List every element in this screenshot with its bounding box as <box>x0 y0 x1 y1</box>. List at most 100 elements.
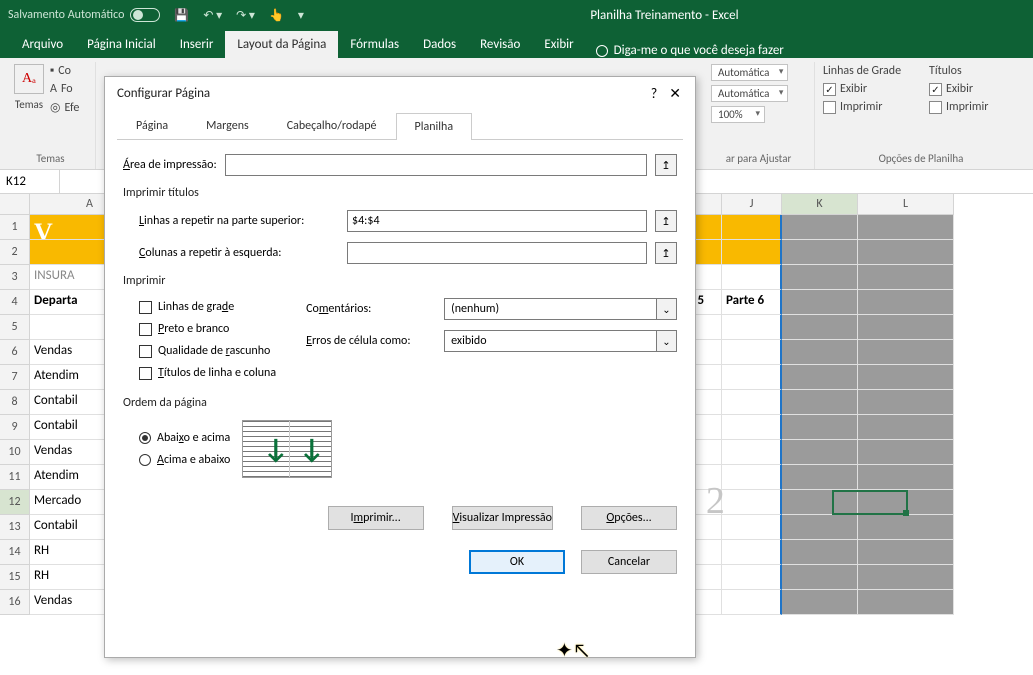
cell[interactable] <box>722 340 782 365</box>
cell[interactable] <box>722 490 782 515</box>
cell[interactable] <box>858 590 954 615</box>
gridlines-print-checkbox[interactable]: Imprimir <box>823 100 923 114</box>
cell[interactable] <box>858 540 954 565</box>
cell[interactable] <box>722 315 782 340</box>
options-button[interactable]: Opções... <box>581 506 677 530</box>
column-header-J[interactable]: J <box>722 194 782 215</box>
headings-view-checkbox[interactable]: ✓ Exibir <box>929 82 1019 96</box>
tab-revisao[interactable]: Revisão <box>468 31 532 58</box>
gridlines-view-checkbox[interactable]: ✓ Exibir <box>823 82 923 96</box>
name-box[interactable]: K12 <box>0 170 60 193</box>
row-header-11[interactable]: 11 <box>0 465 30 490</box>
tab-pagina-inicial[interactable]: Página Inicial <box>75 31 168 58</box>
dialog-help-button[interactable]: ? <box>645 83 664 104</box>
cell[interactable] <box>858 565 954 590</box>
cell[interactable] <box>782 265 858 290</box>
column-header-L[interactable]: L <box>858 194 954 215</box>
cols-repeat-ref-button[interactable]: ↥ <box>655 242 677 264</box>
cell[interactable] <box>858 465 954 490</box>
dialog-close-button[interactable]: ✕ <box>663 83 687 104</box>
tab-dados[interactable]: Dados <box>411 31 468 58</box>
cols-repeat-input[interactable] <box>347 242 647 264</box>
cell[interactable] <box>782 240 858 265</box>
row-header-10[interactable]: 10 <box>0 440 30 465</box>
dialog-tab-pagina[interactable]: Página <box>117 112 187 139</box>
row-header-16[interactable]: 16 <box>0 590 30 615</box>
cell[interactable] <box>858 240 954 265</box>
cell[interactable] <box>858 315 954 340</box>
row-header-15[interactable]: 15 <box>0 565 30 590</box>
row-header-13[interactable]: 13 <box>0 515 30 540</box>
width-dropdown[interactable]: Automática <box>711 64 788 81</box>
cell[interactable] <box>858 415 954 440</box>
row-header-2[interactable]: 2 <box>0 240 30 265</box>
row-header-14[interactable]: 14 <box>0 540 30 565</box>
cell[interactable] <box>782 515 858 540</box>
headings-print-checkbox[interactable]: Imprimir <box>929 100 1019 114</box>
tab-exibir[interactable]: Exibir <box>532 31 585 58</box>
gridlines-checkbox[interactable]: Linhas de grade <box>139 300 276 314</box>
row-header-7[interactable]: 7 <box>0 365 30 390</box>
select-all-corner[interactable] <box>0 194 30 215</box>
cell[interactable] <box>722 265 782 290</box>
row-header-3[interactable]: 3 <box>0 265 30 290</box>
autosave-toggle[interactable]: Salvamento Automático <box>8 8 160 22</box>
scale-spinner[interactable]: 100% <box>711 106 765 123</box>
dialog-tab-margens[interactable]: Margens <box>187 112 268 139</box>
dialog-tab-cabecalho[interactable]: Cabeçalho/rodapé <box>268 112 396 139</box>
cell[interactable] <box>858 340 954 365</box>
cell[interactable] <box>782 565 858 590</box>
row-header-9[interactable]: 9 <box>0 415 30 440</box>
row-header-4[interactable]: 4 <box>0 290 30 315</box>
print-preview-button[interactable]: Visualizar Impressão <box>452 506 553 530</box>
tab-layout[interactable]: Layout da Página <box>225 31 338 58</box>
cell[interactable] <box>722 565 782 590</box>
row-header-12[interactable]: 12 <box>0 490 30 515</box>
theme-colors-button[interactable]: ▪ Co <box>50 64 79 78</box>
cell-errors-dropdown[interactable]: ⌄ <box>444 330 677 352</box>
cell[interactable] <box>858 390 954 415</box>
cell[interactable] <box>722 465 782 490</box>
dialog-tab-planilha[interactable]: Planilha <box>396 113 473 140</box>
rows-repeat-ref-button[interactable]: ↥ <box>655 210 677 232</box>
row-header-6[interactable]: 6 <box>0 340 30 365</box>
cell[interactable] <box>722 390 782 415</box>
cell[interactable] <box>858 215 954 240</box>
cell[interactable] <box>722 365 782 390</box>
tab-formulas[interactable]: Fórmulas <box>338 31 411 58</box>
cell[interactable] <box>782 440 858 465</box>
cell[interactable] <box>782 290 858 315</box>
cell[interactable] <box>722 440 782 465</box>
row-header-8[interactable]: 8 <box>0 390 30 415</box>
cell[interactable] <box>782 490 858 515</box>
draft-checkbox[interactable]: Qualidade de rascunho <box>139 344 276 358</box>
cell[interactable] <box>782 315 858 340</box>
blackwhite-checkbox[interactable]: Preto e branco <box>139 322 276 336</box>
cell[interactable] <box>782 215 858 240</box>
column-header-K[interactable]: K <box>782 194 858 215</box>
row-header-5[interactable]: 5 <box>0 315 30 340</box>
touch-mode-icon[interactable]: 👆 <box>269 8 284 23</box>
cell[interactable]: Parte 6 <box>722 290 782 315</box>
tab-inserir[interactable]: Inserir <box>168 31 226 58</box>
cancel-button[interactable]: Cancelar <box>581 550 677 574</box>
undo-icon[interactable]: ↶ ▾ <box>203 8 222 23</box>
chevron-down-icon[interactable]: ⌄ <box>657 330 677 352</box>
cell[interactable] <box>858 490 954 515</box>
headings-checkbox[interactable]: Títulos de linha e coluna <box>139 366 276 380</box>
cell[interactable] <box>782 390 858 415</box>
over-down-radio[interactable]: Acima e abaixo <box>139 453 230 467</box>
cell[interactable] <box>858 265 954 290</box>
print-button[interactable]: Imprimir... <box>328 506 424 530</box>
height-dropdown[interactable]: Automática <box>711 85 788 102</box>
cell[interactable] <box>722 215 782 240</box>
redo-icon[interactable]: ↷ ▾ <box>236 8 255 23</box>
cell[interactable] <box>722 540 782 565</box>
chevron-down-icon[interactable]: ⌄ <box>657 298 677 320</box>
cell[interactable] <box>722 415 782 440</box>
theme-effects-button[interactable]: ◎ Efe <box>50 100 79 115</box>
cell[interactable] <box>782 365 858 390</box>
cell[interactable] <box>782 465 858 490</box>
cell[interactable] <box>782 540 858 565</box>
print-area-ref-button[interactable]: ↥ <box>655 154 677 176</box>
